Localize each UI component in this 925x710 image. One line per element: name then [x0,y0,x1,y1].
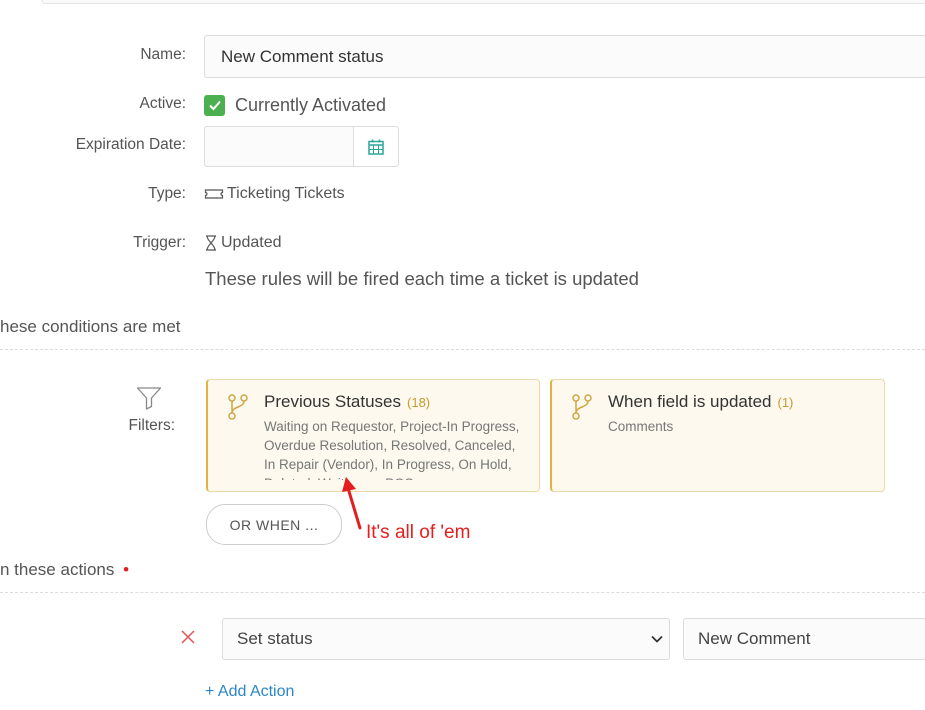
name-input[interactable]: New Comment status [204,35,925,78]
chevron-down-icon [651,635,663,643]
checkmark-icon [208,100,221,111]
name-label: Name: [140,46,186,63]
expiration-label: Expiration Date: [75,136,186,153]
card-count: (18) [407,395,431,410]
add-action-link[interactable]: + Add Action [205,683,294,701]
filter-card-field-updated[interactable]: When field is updated (1) Comments [550,379,885,492]
branch-icon [228,394,248,420]
active-value: Currently Activated [235,94,387,115]
filter-card-previous-statuses[interactable]: Previous Statuses (18) Waiting on Request… [206,379,540,492]
type-value: Ticketing Tickets [227,185,345,202]
card-title: Previous Statuses [264,392,402,411]
filters-label: Filters: [128,417,176,434]
calendar-button[interactable] [353,126,399,167]
card-body: Comments [608,419,674,434]
required-mark: • [123,560,130,579]
type-value-row: Ticketing Tickets [204,184,345,204]
remove-action-icon[interactable] [181,630,195,644]
actions-heading-text: n these actions [0,560,115,579]
card-body: Waiting on Requestor, Project-In Progres… [264,419,520,480]
actions-divider [0,592,925,593]
top-panel-edge [42,0,925,4]
action-target-value: New Comment [698,629,811,648]
card-header: Previous Statuses (18) [264,392,534,412]
ticket-icon [204,189,224,199]
type-label: Type: [148,185,186,202]
annotation-text: It's all of 'em [366,522,471,543]
conditions-divider [0,349,925,350]
trigger-description: These rules will be fired each time a ti… [205,268,639,289]
trigger-value-row: Updated [204,233,282,253]
active-label: Active: [139,95,186,112]
expiration-date-input[interactable] [204,126,354,167]
annotation-arrow-icon [342,477,362,530]
active-checkbox[interactable] [204,94,225,116]
active-toggle[interactable]: Currently Activated [204,93,386,117]
name-input-value: New Comment status [221,46,384,66]
card-count: (1) [777,395,794,410]
branch-icon [572,394,592,420]
card-title: When field is updated [608,392,772,411]
action-type-value: Set status [237,629,313,648]
conditions-heading: hese conditions are met [0,317,181,336]
filter-icon [136,387,162,410]
action-type-select[interactable]: Set status [222,618,670,660]
hourglass-icon [206,235,216,251]
action-target-select[interactable]: New Comment [683,618,925,660]
or-when-button[interactable]: OR WHEN ... [206,504,342,545]
trigger-value: Updated [221,234,282,251]
trigger-label: Trigger: [133,234,186,251]
actions-heading: n these actions • [0,560,129,580]
calendar-icon [368,139,384,155]
card-header: When field is updated (1) [608,392,878,412]
